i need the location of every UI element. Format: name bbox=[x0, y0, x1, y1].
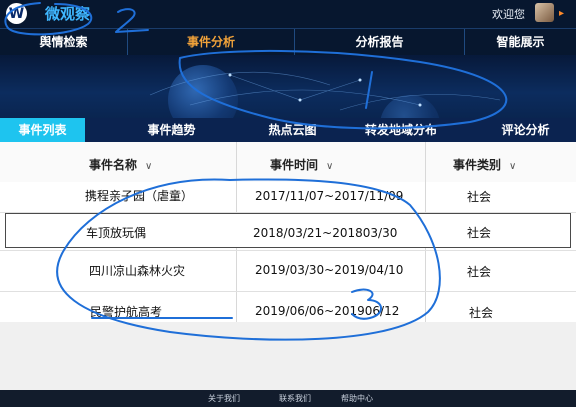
event-category: 社会 bbox=[469, 306, 494, 320]
row-divider bbox=[0, 250, 576, 251]
table-empty-area bbox=[0, 322, 576, 390]
column-header-label: 事件名称 bbox=[89, 158, 138, 172]
column-header-category[interactable]: 事件类别 ∨ bbox=[453, 156, 516, 173]
column-header-time[interactable]: 事件时间 ∨ bbox=[270, 156, 333, 173]
tab-region-distribution[interactable]: 转发地域分布 bbox=[327, 118, 475, 142]
event-time: 2019/06/06~201906/12 bbox=[255, 304, 400, 318]
network-lines bbox=[149, 71, 501, 111]
event-category: 社会 bbox=[467, 265, 492, 279]
footer: 关于我们 联系我们 帮助中心 bbox=[0, 390, 576, 407]
main-nav: 舆情检索 事件分析 分析报告 智能展示 bbox=[0, 28, 576, 56]
event-time: 2017/11/07~2017/11/09 bbox=[255, 189, 404, 203]
event-name: 四川凉山森林火灾 bbox=[89, 264, 186, 278]
event-name: 携程亲子园（虐童） bbox=[85, 189, 194, 203]
chevron-down-icon: ∨ bbox=[145, 161, 153, 172]
top-bar: W 微观察 欢迎您 ▸ bbox=[0, 0, 576, 28]
chevron-down-icon: ∨ bbox=[509, 161, 517, 172]
tab-event-trend[interactable]: 事件趋势 bbox=[85, 118, 258, 142]
tab-comment-analysis[interactable]: 评论分析 bbox=[475, 118, 576, 142]
sub-tabs: 事件列表 事件趋势 热点云图 转发地域分布 评论分析 bbox=[0, 118, 576, 142]
chevron-down-icon: ∨ bbox=[326, 161, 334, 172]
row-divider bbox=[0, 212, 576, 213]
tab-hot-cloud[interactable]: 热点云图 bbox=[258, 118, 327, 142]
nav-item-smart-display[interactable]: 智能展示 bbox=[465, 29, 576, 55]
event-name: 车顶放玩偶 bbox=[86, 226, 147, 240]
tab-event-list[interactable]: 事件列表 bbox=[0, 118, 85, 142]
column-header-label: 事件类别 bbox=[453, 158, 502, 172]
column-header-label: 事件时间 bbox=[270, 158, 319, 172]
row-divider bbox=[0, 291, 576, 292]
event-name: 民警护航高考 bbox=[90, 305, 163, 319]
event-category: 社会 bbox=[467, 226, 492, 240]
event-time: 2018/03/21~201803/30 bbox=[253, 226, 398, 240]
footer-link-help[interactable]: 帮助中心 bbox=[341, 393, 373, 404]
table-header: 事件名称 ∨ 事件时间 ∨ 事件类别 ∨ bbox=[0, 142, 576, 182]
nav-item-event-analysis[interactable]: 事件分析 bbox=[128, 29, 295, 55]
event-category: 社会 bbox=[467, 190, 492, 204]
logo[interactable]: W 微观察 bbox=[6, 3, 90, 24]
logo-text: 微观察 bbox=[45, 5, 91, 23]
event-time: 2019/03/30~2019/04/10 bbox=[255, 263, 404, 277]
avatar[interactable] bbox=[535, 3, 554, 22]
footer-link-contact[interactable]: 联系我们 bbox=[279, 393, 311, 404]
column-header-name[interactable]: 事件名称 ∨ bbox=[89, 156, 152, 173]
footer-link-about[interactable]: 关于我们 bbox=[208, 393, 240, 404]
nav-item-search[interactable]: 舆情检索 bbox=[0, 29, 128, 55]
welcome-text: 欢迎您 bbox=[492, 8, 525, 21]
banner-image bbox=[0, 55, 576, 118]
logout-icon[interactable]: ▸ bbox=[559, 8, 564, 19]
nav-item-report[interactable]: 分析报告 bbox=[295, 29, 465, 55]
wordpress-logo-icon: W bbox=[6, 3, 27, 24]
